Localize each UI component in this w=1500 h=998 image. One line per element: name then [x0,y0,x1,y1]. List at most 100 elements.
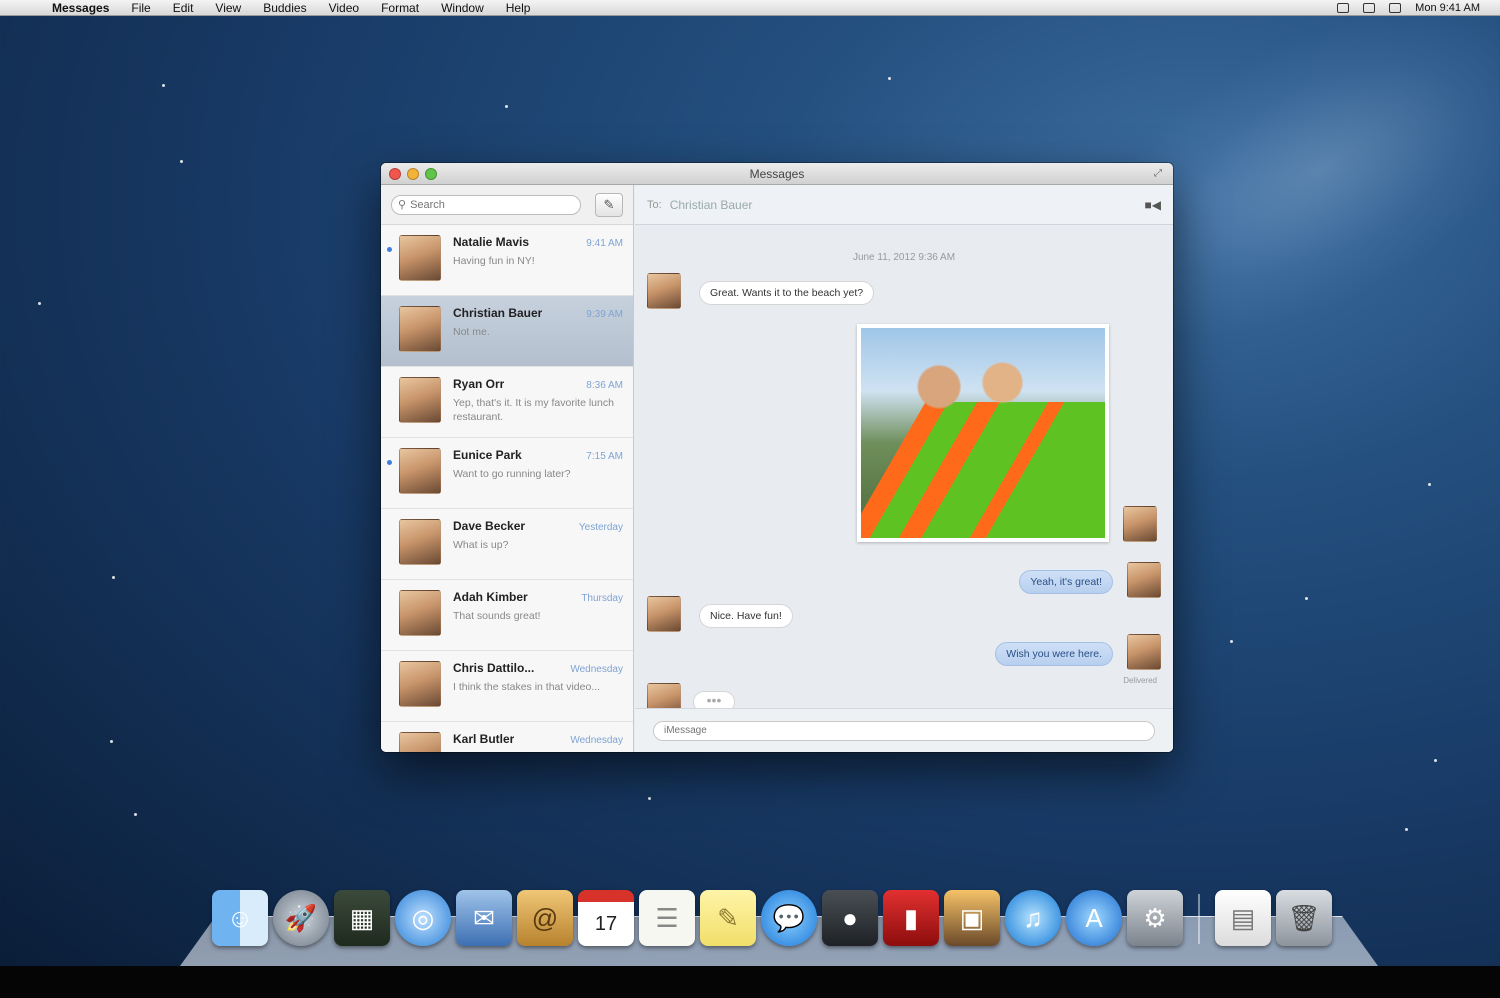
conversation-time: 9:41 AM [586,238,623,249]
avatar [399,590,441,636]
conversation-item[interactable]: Natalie Mavis 9:41 AM Having fun in NY! [381,225,633,296]
avatar [399,661,441,707]
itunes-icon[interactable]: ♫ [1005,890,1061,946]
trash-icon[interactable]: 🗑 [1276,890,1332,946]
avatar [1123,506,1157,542]
message-bubble[interactable]: Great. Wants it to the beach yet? [699,281,875,305]
menu-buddies[interactable]: Buddies [263,1,306,15]
outgoing-message: Wish you were here. [995,634,1161,670]
menu-clock[interactable]: Mon 9:41 AM [1415,2,1480,14]
contacts-icon[interactable]: @ [517,890,573,946]
compose-button[interactable]: ✎ [595,192,623,217]
menu-messages[interactable]: Messages [52,1,109,15]
battery-icon[interactable] [1389,3,1402,13]
conversation-time: 7:15 AM [586,451,623,462]
star [134,813,137,816]
conversation-name: Christian Bauer [453,306,543,320]
conversation-name: Natalie Mavis [453,235,530,249]
avatar [1127,562,1161,598]
message-timestamp: June 11, 2012 9:36 AM [852,252,956,263]
conversation-name: Adah Kimber [453,590,528,604]
finder-icon[interactable]: ☺ [212,890,268,946]
dock: ☺ 🚀 ▦ ◎ ✉ @ 17 ☰ ✎ 💬 ● ▮ ▣ ♫ A ⚙ ▤ 🗑 [212,890,1332,946]
zoom-button[interactable] [425,168,437,180]
conversation-preview: Yep, that's it. It is my favorite lunch … [453,397,614,423]
message-bubble[interactable]: Yeah, it's great! [1019,570,1113,594]
message-bubble[interactable]: Nice. Have fun! [699,604,793,628]
search-field[interactable]: ⚲ [391,194,581,215]
chat-pane: To: Christian Bauer ■◀ June 11, 2012 9:3… [635,185,1173,752]
mail-icon[interactable]: ✉ [456,890,512,946]
wifi-icon[interactable] [1337,3,1350,13]
conversation-time: 9:39 AM [586,309,623,320]
menu-window[interactable]: Window [441,1,484,15]
app-store-icon[interactable]: A [1066,890,1122,946]
search-input[interactable] [410,198,541,211]
conversation-item[interactable]: Karl Butler Wednesday [381,722,633,752]
avatar [399,377,441,423]
calendar-icon[interactable]: 17 [578,890,634,946]
menu-file[interactable]: File [131,1,150,15]
conversation-item[interactable]: Dave Becker Yesterday What is up? [381,509,633,580]
conversation-item[interactable]: Chris Dattilo... Wednesday I think the s… [381,651,633,722]
safari-icon[interactable]: ◎ [395,890,451,946]
conversation-item[interactable]: Ryan Orr 8:36 AM Yep, that's it. It is m… [381,367,633,438]
conversation-preview: Having fun in NY! [453,255,535,267]
facetime-icon[interactable]: ● [822,890,878,946]
minimize-button[interactable] [407,168,419,180]
menu-help[interactable]: Help [506,1,531,15]
outgoing-message: Yeah, it's great! [1019,562,1161,598]
avatar [399,306,441,352]
avatar [647,273,681,309]
launchpad-icon[interactable]: 🚀 [273,890,329,946]
menu-format[interactable]: Format [381,1,419,15]
avatar [399,448,441,494]
mission-control-icon[interactable]: ▦ [334,890,390,946]
fullscreen-icon[interactable]: ⤢ [1154,168,1165,179]
star [180,160,183,163]
avatar [399,732,441,752]
star [505,105,508,108]
unread-indicator [387,247,392,252]
message-bubble[interactable]: Wish you were here. [995,642,1113,666]
reminders-icon[interactable]: ☰ [639,890,695,946]
star [1405,828,1408,831]
conversation-item-selected[interactable]: Christian Bauer 9:39 AM Not me. [381,296,633,367]
system-preferences-icon[interactable]: ⚙ [1127,890,1183,946]
star [1428,483,1431,486]
messages-icon[interactable]: 💬 [761,890,817,946]
outgoing-photo-message [857,324,1157,542]
conversation-preview: What is up? [453,539,509,551]
conversation-name: Chris Dattilo... [453,661,535,675]
conversation-item[interactable]: Eunice Park 7:15 AM Want to go running l… [381,438,633,509]
conversation-preview: That sounds great! [453,610,541,622]
star [162,84,165,87]
iphoto-icon[interactable]: ▣ [944,890,1000,946]
menu-video[interactable]: Video [329,1,359,15]
conversation-sidebar: ⚲ ✎ Natalie Mavis 9:41 AM Having fun in … [381,185,634,752]
to-label: To: [647,198,662,211]
window-title: Messages [749,166,805,181]
unread-indicator [387,460,392,465]
chat-header: To: Christian Bauer ■◀ [635,185,1173,225]
star [110,740,113,743]
close-button[interactable] [389,168,401,180]
window-titlebar[interactable]: Messages ⤢ [381,163,1173,185]
notes-icon[interactable]: ✎ [700,890,756,946]
star [888,77,891,80]
recipient-name[interactable]: Christian Bauer [670,198,753,212]
shared-photo[interactable] [857,324,1109,542]
photo-booth-icon[interactable]: ▮ [883,890,939,946]
conversation-preview: Not me. [453,326,490,338]
conversation-item[interactable]: Adah Kimber Thursday That sounds great! [381,580,633,651]
volume-icon[interactable] [1363,3,1376,13]
menu-view[interactable]: View [215,1,241,15]
documents-icon[interactable]: ▤ [1215,890,1271,946]
video-call-icon[interactable]: ■◀ [1145,198,1161,212]
menu-edit[interactable]: Edit [173,1,194,15]
incoming-message: Nice. Have fun! [647,596,793,632]
message-input[interactable] [653,720,1155,741]
messages-window: Messages ⤢ ⚲ ✎ Natalie Mavis 9:41 AM Hav… [381,163,1173,752]
calendar-day: 17 [594,912,618,935]
conversation-name: Eunice Park [453,448,522,462]
